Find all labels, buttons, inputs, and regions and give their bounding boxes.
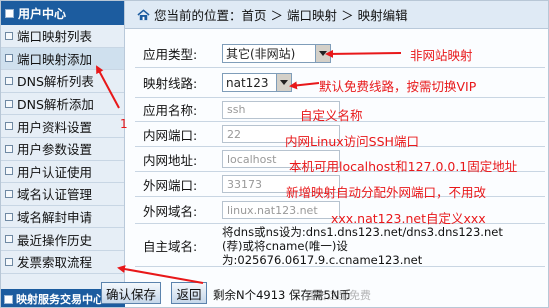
sidebar-item-label: 端口映射列表 [17, 29, 93, 45]
annotation-external-domain: xxx.nat123.net自定义xxx [331, 211, 486, 226]
sidebar-item-label: 域名解封申请 [17, 210, 93, 226]
internal-addr-label: 内网地址: [143, 152, 198, 168]
external-port-label: 外网端口: [143, 177, 198, 193]
form-row-custom-domain: 自主域名: 将dns或ns设为:dns1.dns123.net/dns3.dns… [135, 224, 545, 267]
chevron-down-icon[interactable] [315, 44, 330, 62]
custom-domain-label: 自主域名: [143, 238, 198, 254]
app-type-select[interactable]: 其它(非网站) [222, 43, 331, 63]
collapse-icon [4, 294, 13, 304]
menu-bullet-icon [5, 167, 13, 176]
annotation-line: 默认免费线路，按需切换VIP [319, 79, 477, 94]
form-row-app-type: 应用类型: 其它(非网站) [135, 39, 545, 68]
sidebar-menu: 端口映射列表 端口映射添加 DNS解析列表 DNS解析添加 用户资料设置 用户参数设置 用户… [1, 25, 124, 274]
menu-bullet-icon [5, 54, 13, 63]
chevron-down-icon[interactable] [276, 74, 291, 91]
sidebar-item-label: 最近操作历史 [17, 232, 93, 248]
main-content: 您当前的位置： 首页 ＞ 端口映射 ＞ 映射编辑 应用类型: 其它(非网站) 映… [125, 1, 548, 307]
line-label: 映射线路: [143, 76, 198, 91]
menu-bullet-icon [5, 257, 13, 266]
custom-domain-cname-hint: (荐)或将cname(唯一)设为:025676.0617.9.c.cname12… [222, 239, 423, 267]
menu-bullet-icon [5, 76, 13, 85]
app-name-label: 应用名称: [143, 103, 198, 118]
custom-domain-dns-hint: 将dns或ns设为:dns1.dns123.net/dns3.dns123.ne… [222, 225, 503, 239]
external-domain-label: 外网域名: [143, 203, 198, 219]
menu-bullet-icon [5, 189, 13, 198]
breadcrumb-prefix: 您当前的位置： [154, 8, 242, 23]
app-type-label: 应用类型: [143, 46, 198, 62]
breadcrumb-separator: ＞ [270, 8, 284, 23]
breadcrumb-mapping-edit: 映射编辑 [357, 8, 408, 23]
page-frame: 用户中心 端口映射列表 端口映射添加 DNS解析列表 DNS解析添加 用户资料设置 用户参… [0, 0, 549, 308]
internal-port-label: 内网端口: [143, 127, 198, 143]
sidebar-item-label: 端口映射添加 [17, 51, 93, 67]
sidebar-item-label: 域名认证管理 [17, 187, 93, 203]
menu-bullet-icon [5, 144, 13, 153]
sidebar-item-label: DNS解析添加 [17, 97, 94, 113]
annotation-app-name: 自定义名称 [300, 108, 363, 123]
sidebar-header: 用户中心 [1, 1, 124, 25]
sidebar-item-label: 用户资料设置 [17, 119, 93, 135]
external-domain-input[interactable]: linux.nat123.net [222, 201, 340, 219]
sidebar-item[interactable]: 用户参数设置 [1, 138, 124, 161]
save-button[interactable]: 确认保存 [101, 282, 161, 304]
breadcrumb-separator: ＞ [341, 8, 354, 23]
line-select[interactable]: nat123 [222, 73, 292, 92]
annotation-internal-port: 内网Linux访问SSH端口 [285, 134, 419, 149]
app-type-value: 其它(非网站) [226, 46, 296, 61]
sidebar-item-label: DNS解析列表 [17, 74, 94, 90]
annotation-internal-addr: 本机可用localhost和127.0.0.1固定地址 [289, 159, 518, 174]
back-button[interactable]: 返回 [171, 282, 207, 304]
sidebar-item[interactable]: 域名认证管理 [1, 183, 124, 206]
annotation-step-number: 1 [120, 117, 128, 131]
annotation-external-port: 新增映射自动分配外网端口，不用改 [286, 185, 487, 200]
sidebar-footer-label: 映射服务交易中心 [16, 293, 104, 306]
line-value: nat123 [226, 75, 269, 90]
watermark: 猛击这里免费 [305, 289, 371, 302]
sidebar-header-label: 用户中心 [18, 6, 67, 21]
sidebar-item-label: 用户参数设置 [17, 142, 93, 158]
menu-bullet-icon [5, 212, 13, 221]
menu-bullet-icon [5, 99, 13, 108]
breadcrumb-port-mapping[interactable]: 端口映射 [287, 5, 337, 24]
sidebar-item-label: 用户认证使用 [17, 164, 93, 180]
sidebar: 用户中心 端口映射列表 端口映射添加 DNS解析列表 DNS解析添加 用户资料设置 用户参… [1, 1, 125, 307]
sidebar-item[interactable]: 用户资料设置 [1, 115, 124, 138]
sidebar-item[interactable]: DNS解析添加 [1, 93, 124, 116]
sidebar-item-label: 发票索取流程 [17, 255, 93, 271]
sidebar-item[interactable]: 端口映射添加 [1, 47, 124, 71]
menu-bullet-icon [5, 235, 13, 244]
menu-bullet-icon [5, 31, 13, 40]
sidebar-item[interactable]: 端口映射列表 [1, 25, 124, 48]
breadcrumb: 您当前的位置： 首页 ＞ 端口映射 ＞ 映射编辑 [125, 1, 548, 29]
mapping-form: 应用类型: 其它(非网站) 映射线路: nat123 应用名称: ssh 内网端… [135, 39, 545, 267]
house-icon [137, 8, 150, 20]
sidebar-item[interactable]: 最近操作历史 [1, 228, 124, 251]
breadcrumb-home[interactable]: 首页 [242, 5, 267, 24]
sidebar-item[interactable]: DNS解析列表 [1, 70, 124, 93]
annotation-app-type: 非网站映射 [410, 48, 473, 63]
collapse-icon[interactable] [5, 8, 14, 18]
sidebar-item[interactable]: 发票索取流程 [1, 251, 124, 274]
sidebar-item[interactable]: 用户认证使用 [1, 161, 124, 184]
menu-bullet-icon [5, 122, 13, 131]
sidebar-item[interactable]: 域名解封申请 [1, 206, 124, 229]
